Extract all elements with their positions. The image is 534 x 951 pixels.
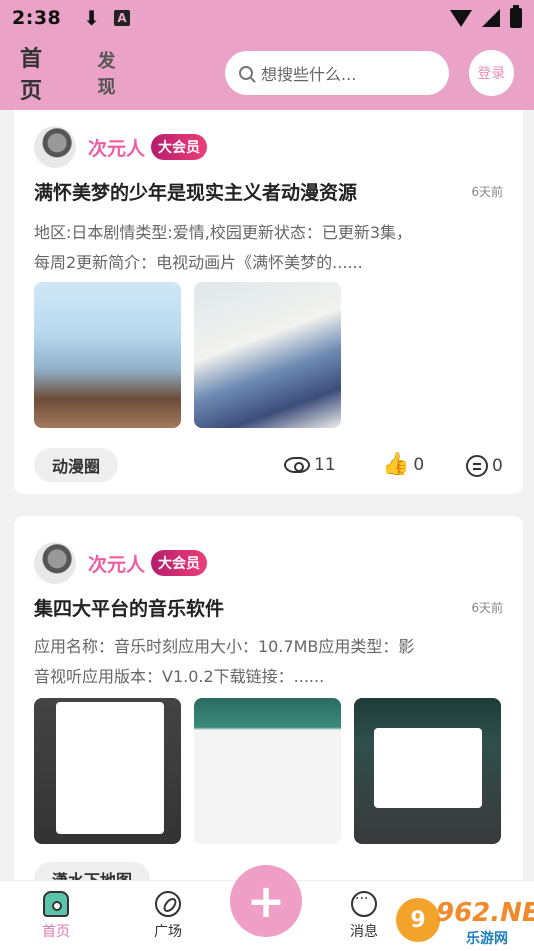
post-desc-line: 地区:日本剧情类型:爱情,校园更新状态：已更新3集， (34, 223, 413, 242)
tab-discover[interactable]: 发现 (97, 47, 133, 99)
app-screenshot (56, 702, 164, 834)
eye-icon (284, 457, 310, 473)
vip-badge: 大会员 (151, 550, 208, 576)
post-image[interactable] (34, 282, 181, 428)
vip-badge: 大会员 (151, 134, 208, 160)
wifi-icon (450, 9, 472, 27)
comment-button[interactable]: 0 (466, 455, 503, 477)
post-card[interactable]: 次元人 大会员 满怀美梦的少年是现实主义者动漫资源 6天前 地区:日本剧情类型:… (14, 110, 523, 494)
bottom-nav-messages-label: 消息 (350, 924, 378, 940)
post-desc-line: 每周2更新简介：电视动画片《满怀美梦的...... (34, 253, 363, 272)
tab-home[interactable]: 首页 (20, 41, 63, 105)
top-nav: 首页 发现 想搜些什么... 登录 (0, 36, 534, 110)
avatar[interactable] (34, 542, 76, 584)
bottom-nav-home-label: 首页 (42, 924, 70, 940)
search-placeholder: 想搜些什么... (261, 65, 357, 84)
author-name[interactable]: 次元人 (88, 134, 145, 161)
watermark-number: 962.NET (436, 898, 534, 928)
like-count: 0 (413, 454, 425, 475)
author-name[interactable]: 次元人 (88, 550, 145, 577)
post-image[interactable] (34, 698, 181, 844)
feed-list[interactable]: 次元人 大会员 满怀美梦的少年是现实主义者动漫资源 6天前 地区:日本剧情类型:… (0, 110, 534, 880)
status-time: 2:38 (12, 7, 62, 29)
app-screenshot (374, 728, 482, 808)
post-description: 地区:日本剧情类型:爱情,校园更新状态：已更新3集， 每周2更新简介：电视动画片… (34, 218, 504, 278)
post-tag[interactable]: 潇水下地图 (34, 862, 151, 880)
bottom-nav-square[interactable]: 广场 (138, 891, 198, 941)
battery-icon (510, 5, 522, 28)
login-button[interactable]: 登录 (468, 50, 514, 96)
watermark-subtitle: 乐游网 (466, 931, 508, 947)
message-icon (351, 891, 377, 917)
post-desc-line: 音视听应用版本：V1.0.2下载链接：...... (34, 667, 325, 686)
post-tag[interactable]: 动漫圈 (34, 448, 119, 482)
search-input[interactable]: 想搜些什么... (225, 51, 449, 95)
watermark: 9 962.NET 乐游网 (396, 898, 534, 948)
post-image[interactable] (194, 698, 341, 844)
download-icon: ⬇ (83, 6, 101, 30)
bottom-nav-home[interactable]: 首页 (26, 891, 86, 941)
post-title[interactable]: 集四大平台的音乐软件 (34, 594, 224, 621)
like-button[interactable]: 👍 0 (382, 452, 424, 477)
view-count: 11 (284, 455, 336, 475)
compass-icon (155, 891, 181, 917)
app-notification-icon: A (114, 10, 131, 26)
comment-count: 0 (492, 456, 503, 476)
avatar[interactable] (34, 126, 76, 168)
search-icon (239, 66, 254, 80)
home-icon (43, 891, 69, 917)
post-date: 6天前 (471, 185, 503, 199)
comment-icon (466, 455, 488, 477)
watermark-logo: 9 (396, 898, 440, 942)
post-image[interactable] (194, 282, 341, 428)
post-card[interactable]: 次元人 大会员 集四大平台的音乐软件 6天前 应用名称：音乐时刻应用大小：10.… (14, 516, 523, 880)
status-bar: 2:38 ⬇ A (0, 0, 534, 36)
bottom-nav-square-label: 广场 (154, 924, 182, 940)
post-image[interactable] (354, 698, 501, 844)
thumbs-up-icon: 👍 (382, 452, 410, 477)
post-author-row[interactable]: 次元人 大会员 (34, 126, 208, 168)
post-description: 应用名称：音乐时刻应用大小：10.7MB应用类型：影 音视听应用版本：V1.0.… (34, 632, 504, 692)
signal-icon (482, 9, 500, 27)
post-desc-line: 应用名称：音乐时刻应用大小：10.7MB应用类型：影 (34, 637, 415, 656)
bottom-nav-messages[interactable]: 消息 (334, 891, 394, 941)
post-author-row[interactable]: 次元人 大会员 (34, 542, 208, 584)
post-title[interactable]: 满怀美梦的少年是现实主义者动漫资源 (34, 178, 357, 205)
create-post-button[interactable]: + (230, 865, 302, 937)
view-count-value: 11 (314, 455, 336, 475)
post-date: 6天前 (471, 601, 503, 615)
